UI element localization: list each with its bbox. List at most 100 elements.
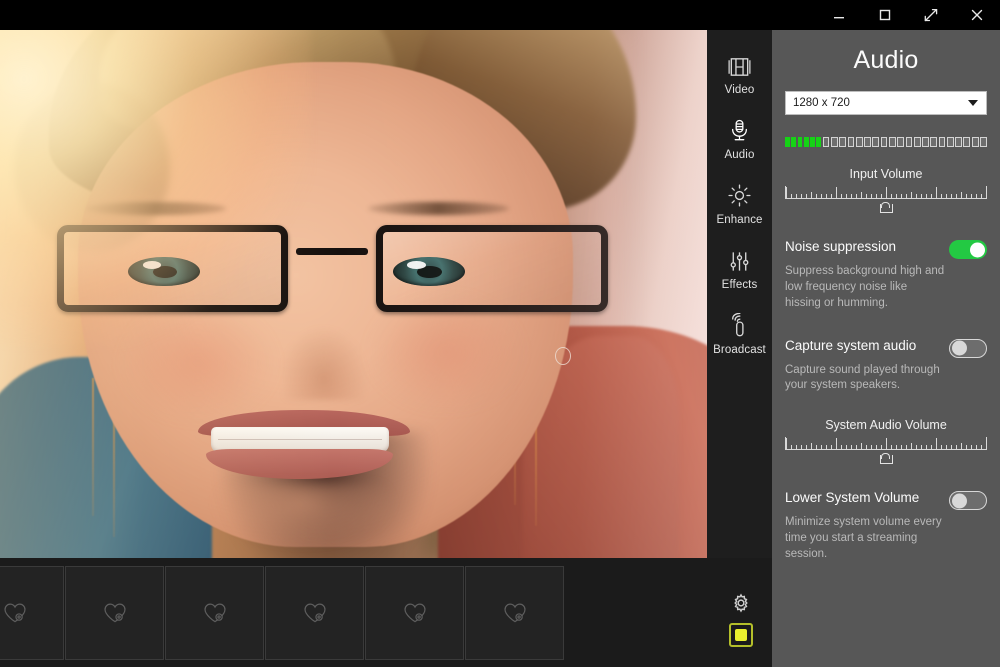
record-stop-button[interactable] — [729, 623, 753, 647]
close-button[interactable] — [954, 0, 1000, 30]
ruler-tick — [806, 445, 807, 450]
thumbnail-slot[interactable] — [165, 566, 264, 660]
capture-system-audio-toggle[interactable] — [949, 339, 987, 358]
level-meter-segment — [922, 137, 929, 147]
sidebar-item-effects[interactable]: Effects — [707, 243, 772, 291]
ruler-tick — [871, 194, 872, 199]
audio-level-meter — [785, 137, 987, 147]
heart-gear-icon — [402, 601, 428, 625]
ruler-tick — [916, 194, 917, 199]
ruler-tick — [986, 438, 987, 450]
thumbnail-slot[interactable] — [265, 566, 364, 660]
ruler-tick — [811, 192, 812, 199]
level-meter-segment — [831, 137, 838, 147]
sidebar-item-label-effects: Effects — [722, 279, 758, 291]
ruler-tick — [801, 194, 802, 199]
heart-gear-icon — [202, 601, 228, 625]
level-meter-segment — [980, 137, 987, 147]
ruler-tick — [836, 187, 837, 199]
ruler-tick — [896, 194, 897, 199]
ruler-tick — [966, 194, 967, 199]
ruler-tick — [841, 445, 842, 450]
ruler-tick — [871, 445, 872, 450]
ruler-tick — [866, 445, 867, 450]
mode-sidebar: Video Audio — [707, 30, 772, 558]
ruler-tick — [846, 194, 847, 199]
level-meter-segment — [872, 137, 879, 147]
lower-system-volume-row: Lower System Volume — [785, 490, 987, 510]
sidebar-item-video[interactable]: Video — [707, 48, 772, 96]
ruler-tick — [971, 194, 972, 199]
level-meter-segment — [848, 137, 855, 147]
ruler-tick — [911, 192, 912, 199]
level-meter-segment — [914, 137, 921, 147]
noise-suppression-toggle[interactable] — [949, 240, 987, 259]
system-audio-volume-ruler[interactable] — [785, 437, 987, 450]
ruler-tick — [931, 445, 932, 450]
thumbnail-slot[interactable] — [65, 566, 164, 660]
lower-system-volume-description: Minimize system volume every time you st… — [785, 515, 945, 563]
fullscreen-button[interactable] — [908, 0, 954, 30]
level-meter-segment — [798, 137, 803, 147]
chevron-down-icon — [968, 100, 978, 106]
ruler-tick — [876, 194, 877, 199]
ruler-tick — [946, 445, 947, 450]
level-meter-segment — [881, 137, 888, 147]
lower-system-volume-toggle[interactable] — [949, 491, 987, 510]
thumbnail-slot[interactable] — [0, 566, 64, 660]
ruler-tick — [926, 445, 927, 450]
ruler-tick — [861, 192, 862, 199]
audio-device-select[interactable]: 1280 x 720 — [785, 91, 987, 115]
capture-system-audio-description: Capture sound played through your system… — [785, 363, 945, 395]
ruler-tick — [901, 194, 902, 199]
level-meter-segment — [963, 137, 970, 147]
system-audio-volume-handle[interactable] — [880, 453, 893, 464]
ruler-tick — [891, 194, 892, 199]
capture-system-audio-title: Capture system audio — [785, 338, 916, 354]
ruler-tick — [796, 445, 797, 450]
audio-device-select-value: 1280 x 720 — [793, 97, 850, 109]
maximize-button[interactable] — [862, 0, 908, 30]
ruler-tick — [976, 445, 977, 450]
thumbnail-slot[interactable] — [365, 566, 464, 660]
sidebar-item-enhance[interactable]: Enhance — [707, 178, 772, 226]
audio-settings-panel: Audio 1280 x 720 Input Volume Noise supp… — [772, 30, 1000, 667]
capture-system-audio-row: Capture system audio — [785, 338, 987, 358]
ruler-tick — [891, 445, 892, 450]
minimize-button[interactable] — [816, 0, 862, 30]
ruler-tick — [956, 194, 957, 199]
ruler-tick — [836, 438, 837, 450]
level-meter-segment — [810, 137, 815, 147]
ruler-tick — [821, 445, 822, 450]
sidebar-item-audio[interactable]: Audio — [707, 113, 772, 161]
sidebar-item-label-audio: Audio — [725, 149, 755, 161]
maximize-icon — [877, 7, 893, 23]
level-meter-segment — [906, 137, 913, 147]
title-bar — [0, 0, 1000, 30]
ruler-tick — [876, 445, 877, 450]
thumbnail-slot[interactable] — [465, 566, 564, 660]
level-meter-segment — [897, 137, 904, 147]
video-preview[interactable] — [0, 30, 707, 558]
panel-title: Audio — [785, 30, 987, 75]
level-meter-segment — [791, 137, 796, 147]
heart-gear-icon — [102, 601, 128, 625]
input-volume-ruler[interactable] — [785, 186, 987, 199]
thumbnail-strip[interactable] — [0, 558, 772, 667]
settings-button[interactable] — [730, 592, 752, 614]
sidebar-item-broadcast[interactable]: Broadcast — [707, 308, 772, 356]
ruler-tick — [821, 194, 822, 199]
ruler-tick — [816, 194, 817, 199]
ruler-tick — [941, 194, 942, 199]
input-volume-handle[interactable] — [880, 202, 893, 213]
level-meter-segment — [947, 137, 954, 147]
ruler-tick — [936, 187, 937, 199]
ruler-tick — [941, 445, 942, 450]
ruler-tick — [846, 445, 847, 450]
ruler-tick — [971, 445, 972, 450]
noise-suppression-row: Noise suppression — [785, 239, 987, 259]
ruler-tick — [921, 194, 922, 199]
ruler-tick — [831, 445, 832, 450]
ruler-tick — [946, 194, 947, 199]
level-meter-segment — [856, 137, 863, 147]
